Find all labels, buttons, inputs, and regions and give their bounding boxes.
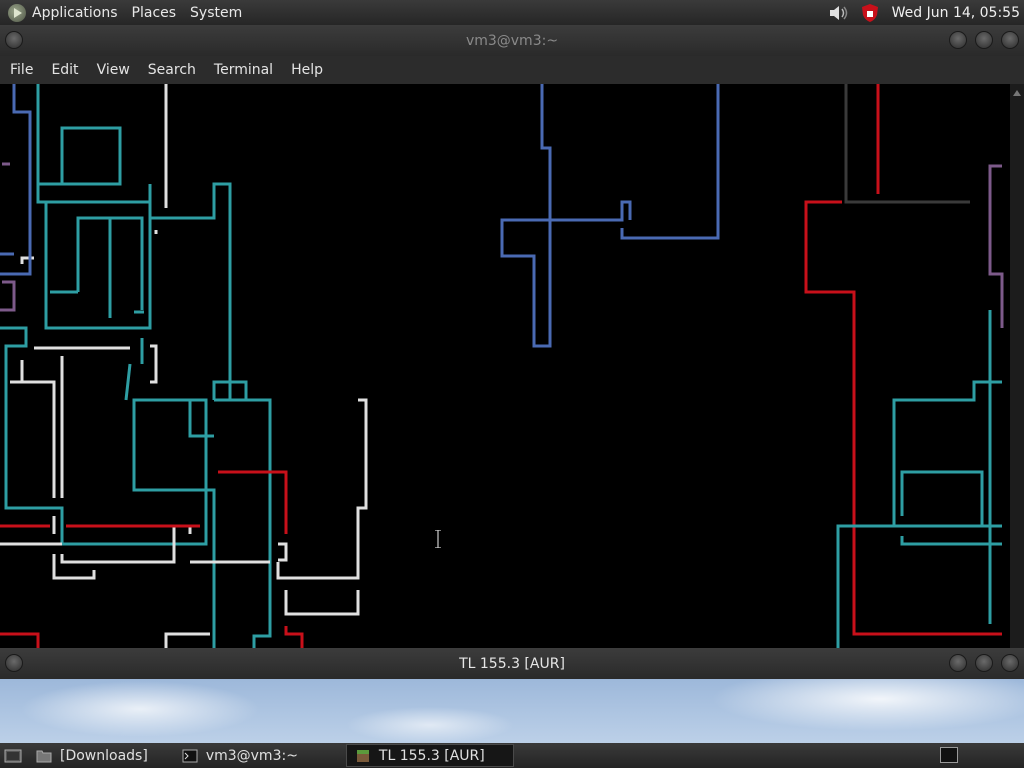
task-terminal[interactable]: vm3@vm3:~ [174,744,306,767]
pipe-teal [124,363,132,401]
pipe-red [218,470,288,534]
pipe-white [284,590,360,616]
pipe-teal [900,470,1002,528]
pipe-gray [844,84,970,204]
pipe-white [20,256,34,264]
pipe-purple [0,280,16,312]
pipe-white [278,542,288,562]
pipe-teal [36,84,122,186]
tl-close-button[interactable] [1001,654,1019,672]
menu-file[interactable]: File [10,62,33,78]
folder-icon [36,750,52,762]
pipes-animation [0,84,1004,648]
tl-window-menu-button[interactable] [5,654,23,672]
pipe-purple [988,164,1004,328]
menu-terminal[interactable]: Terminal [214,62,273,78]
pipe-white [164,632,210,648]
minimize-button[interactable] [949,31,967,49]
pipe-teal [900,536,1002,546]
pipe-teal [148,182,248,402]
pipe-blue [0,84,32,276]
pipe-red [284,626,304,648]
pipe-teal [214,398,272,648]
task-label: vm3@vm3:~ [205,747,298,764]
terminal-window-title: vm3@vm3:~ [465,32,559,49]
pipe-teal [188,400,214,438]
task-label: [Downloads] [60,747,148,764]
volume-icon[interactable] [828,4,850,22]
pipe-white [276,398,368,580]
menu-view[interactable]: View [97,62,130,78]
terminal-output-area[interactable] [0,84,1010,648]
text-cursor-icon [435,530,441,548]
tray-terminal-icon[interactable] [940,747,958,763]
bottom-panel: [Downloads] vm3@vm3:~ TL 155.3 [AUR] [0,743,1024,768]
top-panel: Applications Places System Wed Jun 14, 0… [0,0,1024,25]
pipe-white [10,360,56,498]
pipe-red [804,200,1002,636]
close-button[interactable] [1001,31,1019,49]
task-downloads[interactable]: [Downloads] [28,744,156,767]
tl-window-titlebar[interactable]: TL 155.3 [AUR] [0,648,1024,679]
pipe-teal [836,380,1002,648]
tl-maximize-button[interactable] [975,654,993,672]
menu-system[interactable]: System [190,5,242,21]
task-tl-launcher[interactable]: TL 155.3 [AUR] [345,744,514,767]
pipe-red [0,632,40,648]
applications-logo-icon[interactable] [8,3,26,22]
pipe-teal [36,184,152,330]
terminal-scrollbar[interactable] [1010,84,1024,648]
pipe-white [52,554,96,580]
menu-help[interactable]: Help [291,62,323,78]
game-view-sky[interactable] [0,679,1024,743]
terminal-titlebar[interactable]: vm3@vm3:~ [0,25,1024,56]
minecraft-block-icon [356,749,369,762]
task-label: TL 155.3 [AUR] [378,747,485,764]
menu-places[interactable]: Places [132,5,177,21]
menu-search[interactable]: Search [148,62,196,78]
terminal-icon [182,749,198,762]
scroll-up-icon[interactable] [1013,90,1021,96]
pipe-white [150,344,158,384]
tl-window-title: TL 155.3 [AUR] [459,655,565,672]
tl-minimize-button[interactable] [949,654,967,672]
maximize-button[interactable] [975,31,993,49]
show-desktop-icon[interactable] [4,748,22,764]
window-menu-button[interactable] [5,31,23,49]
pipe-teal [0,326,216,648]
security-shield-icon[interactable] [860,3,880,23]
menu-edit[interactable]: Edit [51,62,78,78]
pipe-blue [500,84,632,348]
menu-applications[interactable]: Applications [32,5,118,21]
pipe-blue [620,84,720,240]
terminal-menubar: File Edit View Search Terminal Help [0,56,1024,84]
panel-clock[interactable]: Wed Jun 14, 05:55 [892,5,1020,21]
